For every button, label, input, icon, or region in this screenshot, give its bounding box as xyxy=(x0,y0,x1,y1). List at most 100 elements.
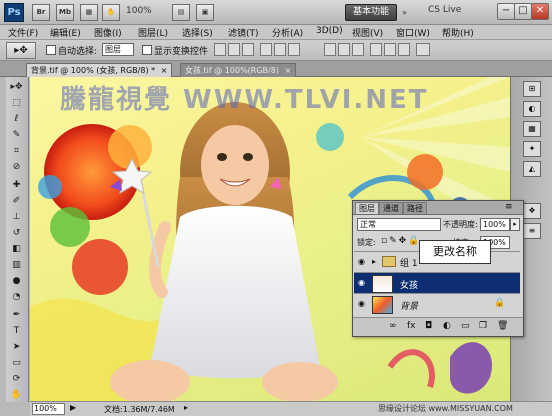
eraser-tool-icon[interactable]: ◧ xyxy=(9,243,24,256)
layer-name[interactable]: 女孩 xyxy=(400,278,418,291)
align-bottom-icon[interactable] xyxy=(242,43,254,56)
align-hcenter-icon[interactable] xyxy=(274,43,286,56)
eye-icon[interactable]: ◉ xyxy=(357,300,366,308)
new-layer-icon[interactable]: ❐ xyxy=(479,321,487,331)
menu-analysis[interactable]: 分析(A) xyxy=(272,26,303,39)
type-tool-icon[interactable]: T xyxy=(9,325,24,338)
eyedropper-tool-icon[interactable]: ⊘ xyxy=(9,161,24,174)
color-panel-icon[interactable]: ◐ xyxy=(523,101,541,117)
crop-tool-icon[interactable]: ⌗ xyxy=(9,145,24,158)
mini-bridge-icon[interactable]: Mb xyxy=(56,4,74,21)
screen-mode-icon[interactable]: ▣ xyxy=(196,4,214,21)
menu-file[interactable]: 文件(F) xyxy=(8,26,38,39)
menu-window[interactable]: 窗口(W) xyxy=(396,26,430,39)
close-button[interactable]: ✕ xyxy=(531,3,549,20)
view-extras-icon[interactable]: ▦ xyxy=(80,4,98,21)
eye-icon[interactable]: ◉ xyxy=(357,258,366,266)
distribute-hcenter-icon[interactable] xyxy=(384,43,396,56)
swatches-panel-icon[interactable]: ▦ xyxy=(523,121,541,137)
distribute-bottom-icon[interactable] xyxy=(352,43,364,56)
styles-panel-icon[interactable]: ✦ xyxy=(523,141,541,157)
channels-panel-icon[interactable]: ≡ xyxy=(523,223,541,239)
history-brush-tool-icon[interactable]: ↺ xyxy=(9,227,24,240)
layer-style-icon[interactable]: fx xyxy=(407,321,416,331)
layer-name[interactable]: 组 1 xyxy=(400,256,418,269)
workspace-button[interactable]: 基本功能 xyxy=(345,4,397,21)
link-layers-icon[interactable]: ∞ xyxy=(389,321,397,331)
menu-edit[interactable]: 编辑(E) xyxy=(50,26,81,39)
chevron-right-icon[interactable]: » xyxy=(402,8,407,17)
auto-select-checkbox[interactable] xyxy=(46,45,56,55)
history-panel-icon[interactable]: ⊞ xyxy=(523,81,541,97)
brush-tool-icon[interactable]: ✐ xyxy=(9,195,24,208)
layer-row-girl[interactable]: ◉ 女孩 xyxy=(354,272,520,294)
tab-close-icon[interactable]: × xyxy=(285,66,292,75)
tab-girl-doc[interactable]: 女孩.tif @ 100%(RGB/8) × xyxy=(180,63,297,77)
auto-align-icon[interactable] xyxy=(416,43,430,56)
hand-tool-icon[interactable]: ✋ xyxy=(102,4,120,21)
blend-mode-dropdown[interactable]: 正常 xyxy=(357,218,441,231)
lasso-tool-icon[interactable]: ℓ xyxy=(9,113,24,126)
new-group-icon[interactable]: ▭ xyxy=(461,321,470,331)
menu-filter[interactable]: 滤镜(T) xyxy=(228,26,259,39)
menu-help[interactable]: 帮助(H) xyxy=(442,26,474,39)
opacity-slider-arrow-icon[interactable]: ▸ xyxy=(510,218,520,231)
move-tool-preset-picker[interactable]: ▸✥ xyxy=(6,42,36,59)
trash-icon[interactable]: 🗑 xyxy=(497,321,508,331)
distribute-vcenter-icon[interactable] xyxy=(338,43,350,56)
quick-selection-tool-icon[interactable]: ✎ xyxy=(9,129,24,142)
hand-tool-icon[interactable]: ✋ xyxy=(9,389,24,402)
tab-paths[interactable]: 路径 xyxy=(403,202,427,214)
menu-3d[interactable]: 3D(D) xyxy=(316,26,343,36)
cs-live-button[interactable]: CS Live xyxy=(428,5,461,15)
layer-name[interactable]: 背景 xyxy=(400,299,418,312)
align-vcenter-icon[interactable] xyxy=(228,43,240,56)
gradient-tool-icon[interactable]: ▥ xyxy=(9,259,24,272)
menu-image[interactable]: 图像(I) xyxy=(94,26,122,39)
align-right-icon[interactable] xyxy=(288,43,300,56)
distribute-top-icon[interactable] xyxy=(324,43,336,56)
align-left-icon[interactable] xyxy=(260,43,272,56)
zoom-input[interactable]: 100% xyxy=(32,403,65,415)
distribute-left-icon[interactable] xyxy=(370,43,382,56)
menu-layer[interactable]: 图层(L) xyxy=(138,26,168,39)
tab-label: 背景.tif @ 100% (女孩, RGB/8) * xyxy=(31,66,156,75)
zoom-level-dropdown[interactable]: 100% xyxy=(126,6,152,16)
healing-brush-tool-icon[interactable]: ✚ xyxy=(9,179,24,192)
eye-icon[interactable]: ◉ xyxy=(357,279,366,287)
tab-background-doc[interactable]: 背景.tif @ 100% (女孩, RGB/8) * × xyxy=(26,63,173,77)
adjustment-layer-icon[interactable]: ◐ xyxy=(443,321,451,331)
move-tool-icon[interactable]: ▸✥ xyxy=(9,81,24,94)
panel-menu-icon[interactable]: ≡ xyxy=(505,202,513,212)
bridge-icon[interactable]: Br xyxy=(32,4,50,21)
tab-layers[interactable]: 图层 xyxy=(355,202,379,214)
disclosure-arrow-icon[interactable]: ▸ xyxy=(372,257,376,266)
shape-tool-icon[interactable]: ▭ xyxy=(9,357,24,370)
layers-panel-icon[interactable]: ❖ xyxy=(523,203,541,219)
pen-tool-icon[interactable]: ✒ xyxy=(9,309,24,322)
align-top-icon[interactable] xyxy=(214,43,226,56)
marquee-tool-icon[interactable]: ⬚ xyxy=(9,97,24,110)
tab-channels[interactable]: 通道 xyxy=(379,202,403,214)
layer-row-background[interactable]: ◉ 背景 🔒 xyxy=(354,293,520,315)
clone-stamp-tool-icon[interactable]: ⊥ xyxy=(9,211,24,224)
3d-rotate-tool-icon[interactable]: ⟳ xyxy=(9,373,24,386)
menu-select[interactable]: 选择(S) xyxy=(182,26,213,39)
maximize-button[interactable]: □ xyxy=(514,3,532,20)
blur-tool-icon[interactable]: ● xyxy=(9,275,24,288)
auto-select-dropdown[interactable]: 图层 xyxy=(102,43,134,56)
opacity-input[interactable]: 100% xyxy=(480,218,510,231)
path-selection-tool-icon[interactable]: ➤ xyxy=(9,341,24,354)
status-menu-arrow-icon[interactable]: ▸ xyxy=(184,403,188,412)
adjustments-panel-icon[interactable]: ◭ xyxy=(523,161,541,177)
options-arrow-icon[interactable]: ▶ xyxy=(70,403,76,412)
minimize-button[interactable]: − xyxy=(497,3,515,20)
dodge-tool-icon[interactable]: ◔ xyxy=(9,291,24,304)
menu-view[interactable]: 视图(V) xyxy=(352,26,383,39)
layer-mask-icon[interactable]: ◘ xyxy=(425,321,432,331)
lock-options-icon[interactable]: ▫✎✥🔒 xyxy=(381,236,421,246)
arrange-documents-icon[interactable]: ▤ xyxy=(172,4,190,21)
distribute-right-icon[interactable] xyxy=(398,43,410,56)
tab-close-icon[interactable]: × xyxy=(161,66,168,75)
show-transform-checkbox[interactable] xyxy=(142,45,152,55)
